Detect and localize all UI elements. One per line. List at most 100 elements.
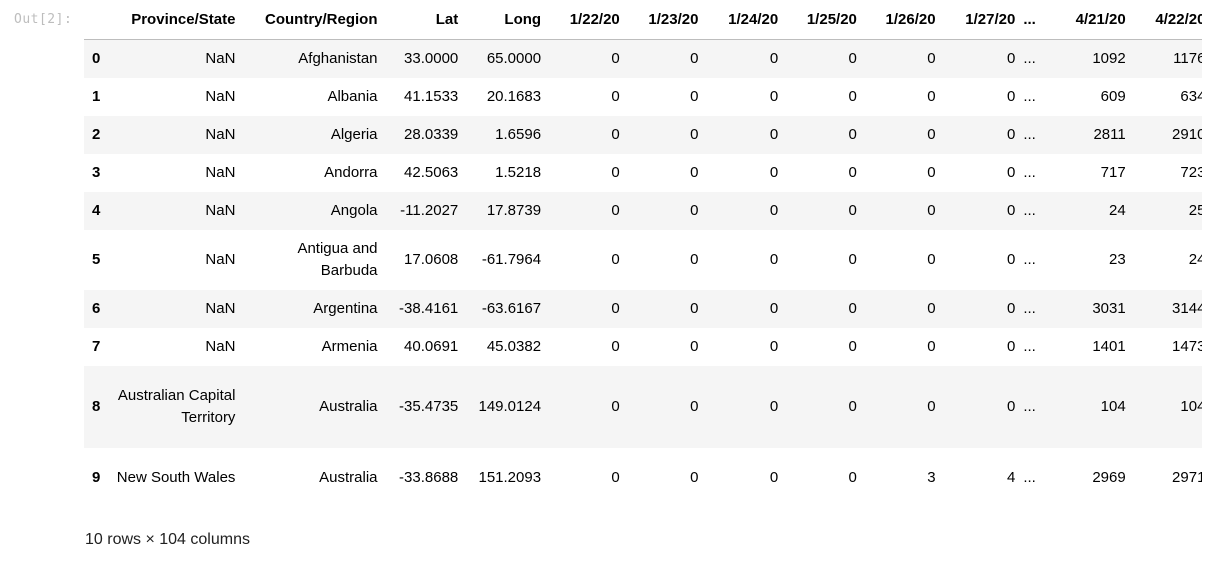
cell-d4: 0 [848, 397, 857, 415]
cell-lat: 42.5063 [404, 163, 459, 181]
dataframe-table: Province/State Country/Region Lat Long 1/22/… [84, 0, 1202, 508]
cell-ellipsis: ... [1023, 250, 1036, 268]
cell-lat: 41.1533 [404, 87, 459, 105]
cell-d4: 0 [848, 468, 857, 486]
cell-lat: 40.0691 [404, 337, 459, 355]
cell-d6: 0 [1006, 163, 1016, 181]
cell-d3: 0 [769, 397, 779, 415]
cell-d3: 0 [769, 49, 779, 67]
cell-d2: 0 [690, 87, 699, 105]
cell-d3: 0 [769, 468, 779, 486]
cell-ellipsis: ... [1023, 201, 1036, 219]
cell-province: NaN [205, 49, 236, 67]
cell-province: NaN [205, 125, 236, 143]
cell-d8: 1176 [1173, 49, 1202, 67]
cell-lat: -11.2027 [400, 201, 459, 219]
cell-province: NaN [205, 337, 236, 355]
table-row: 8 Australian Capital Territory Australia -3… [84, 365, 1202, 448]
cell-d6: 0 [1006, 397, 1016, 415]
cell-long: 20.1683 [486, 87, 542, 105]
cell-d1: 0 [611, 125, 620, 143]
cell-d7: 1092 [1092, 49, 1126, 67]
cell-country: Antigua and Barbuda [297, 239, 378, 279]
cell-d1: 0 [611, 49, 620, 67]
cell-lat: 17.0608 [404, 250, 459, 268]
table-row: 9 New South Wales Australia -33.8688 151.209… [84, 447, 1202, 508]
row-index: 9 [92, 468, 101, 486]
column-header: 1/22/20 [549, 0, 628, 40]
cell-d8: 25 [1188, 201, 1202, 219]
cell-ellipsis: ... [1023, 397, 1036, 415]
cell-d1: 0 [611, 163, 620, 181]
cell-province: NaN [205, 163, 236, 181]
cell-d3: 0 [769, 337, 779, 355]
row-index: 6 [92, 299, 101, 317]
cell-country: Australia [319, 397, 378, 415]
cell-country: Andorra [324, 163, 378, 181]
cell-d5: 0 [927, 49, 936, 67]
column-header: 1/27/20 [943, 0, 1024, 40]
cell-province: NaN [205, 299, 236, 317]
cell-d2: 0 [690, 397, 699, 415]
cell-d7: 3031 [1092, 299, 1126, 317]
cell-country: Australia [319, 468, 378, 486]
cell-d4: 0 [848, 250, 857, 268]
cell-long: 1.6596 [495, 125, 542, 143]
cell-d5: 0 [927, 337, 936, 355]
cell-d8: 634 [1180, 87, 1202, 105]
row-index: 4 [92, 201, 101, 219]
cell-d2: 0 [690, 337, 699, 355]
cell-d7: 609 [1100, 87, 1126, 105]
column-header: 1/26/20 [864, 0, 944, 40]
cell-d2: 0 [690, 49, 699, 67]
cell-d2: 0 [690, 201, 699, 219]
cell-d4: 0 [848, 87, 857, 105]
table-body: 0 NaN Afghanistan 33.0000 65.0000 0 0 0 0 0 0... 10… [84, 39, 1202, 508]
cell-d3: 0 [769, 87, 779, 105]
column-header: Province/State [110, 0, 244, 40]
cell-d1: 0 [611, 87, 620, 105]
cell-d6: 0 [1006, 299, 1016, 317]
row-index: 3 [92, 163, 101, 181]
row-index: 0 [92, 49, 101, 67]
cell-d8: 1473 [1172, 337, 1202, 355]
cell-country: Afghanistan [298, 49, 378, 67]
cell-ellipsis: ... [1023, 163, 1036, 181]
cell-d3: 0 [769, 163, 779, 181]
cell-province: NaN [205, 250, 236, 268]
cell-d6: 0 [1006, 49, 1016, 67]
cell-ellipsis: ... [1023, 125, 1036, 143]
cell-lat: 28.0339 [404, 125, 459, 143]
cell-d1: 0 [611, 468, 620, 486]
cell-d1: 0 [611, 337, 620, 355]
cell-d5: 0 [927, 397, 936, 415]
table-row: 3 NaN Andorra 42.5063 1.5218 0 0 0 0 0 0... 717 723 [84, 153, 1202, 192]
cell-d3: 0 [769, 299, 779, 317]
row-index: 5 [92, 250, 101, 268]
cell-d7: 1401 [1092, 337, 1126, 355]
table-row: 5 NaN Antigua and Barbuda 17.0608 -61.7964 0 0… [84, 229, 1202, 290]
cell-d5: 0 [927, 163, 936, 181]
cell-d7: 717 [1100, 163, 1126, 181]
cell-d8: 24 [1188, 250, 1202, 268]
cell-long: 45.0382 [486, 337, 542, 355]
cell-ellipsis: ... [1023, 87, 1036, 105]
dataframe-shape-footer: 10 rows × 104 columns [85, 531, 250, 548]
cell-country: Algeria [330, 125, 378, 143]
cell-d7: 24 [1109, 201, 1126, 219]
cell-d2: 0 [690, 163, 699, 181]
cell-d8: 723 [1180, 163, 1202, 181]
row-index: 7 [92, 337, 101, 355]
dataframe-output: Province/State Country/Region Lat Long 1/22/… [84, 0, 1202, 525]
cell-d8: 104 [1180, 397, 1202, 415]
output-prompt-label: Out[2]: [14, 12, 73, 27]
row-index: 8 [92, 397, 101, 415]
table-row: 1 NaN Albania 41.1533 20.1683 0 0 0 0 0 0... 609 634 [84, 77, 1202, 116]
table-header: Province/State Country/Region Lat Long 1/22/… [84, 0, 1202, 40]
cell-d7: 23 [1109, 250, 1126, 268]
column-header: Country/Region [243, 0, 386, 40]
cell-country: Angola [330, 201, 378, 219]
table-row: 7 NaN Armenia 40.0691 45.0382 0 0 0 0 0 0... 1401 14… [84, 327, 1202, 366]
cell-d8: 2971 [1172, 468, 1202, 486]
cell-lat: -38.4161 [399, 299, 459, 317]
